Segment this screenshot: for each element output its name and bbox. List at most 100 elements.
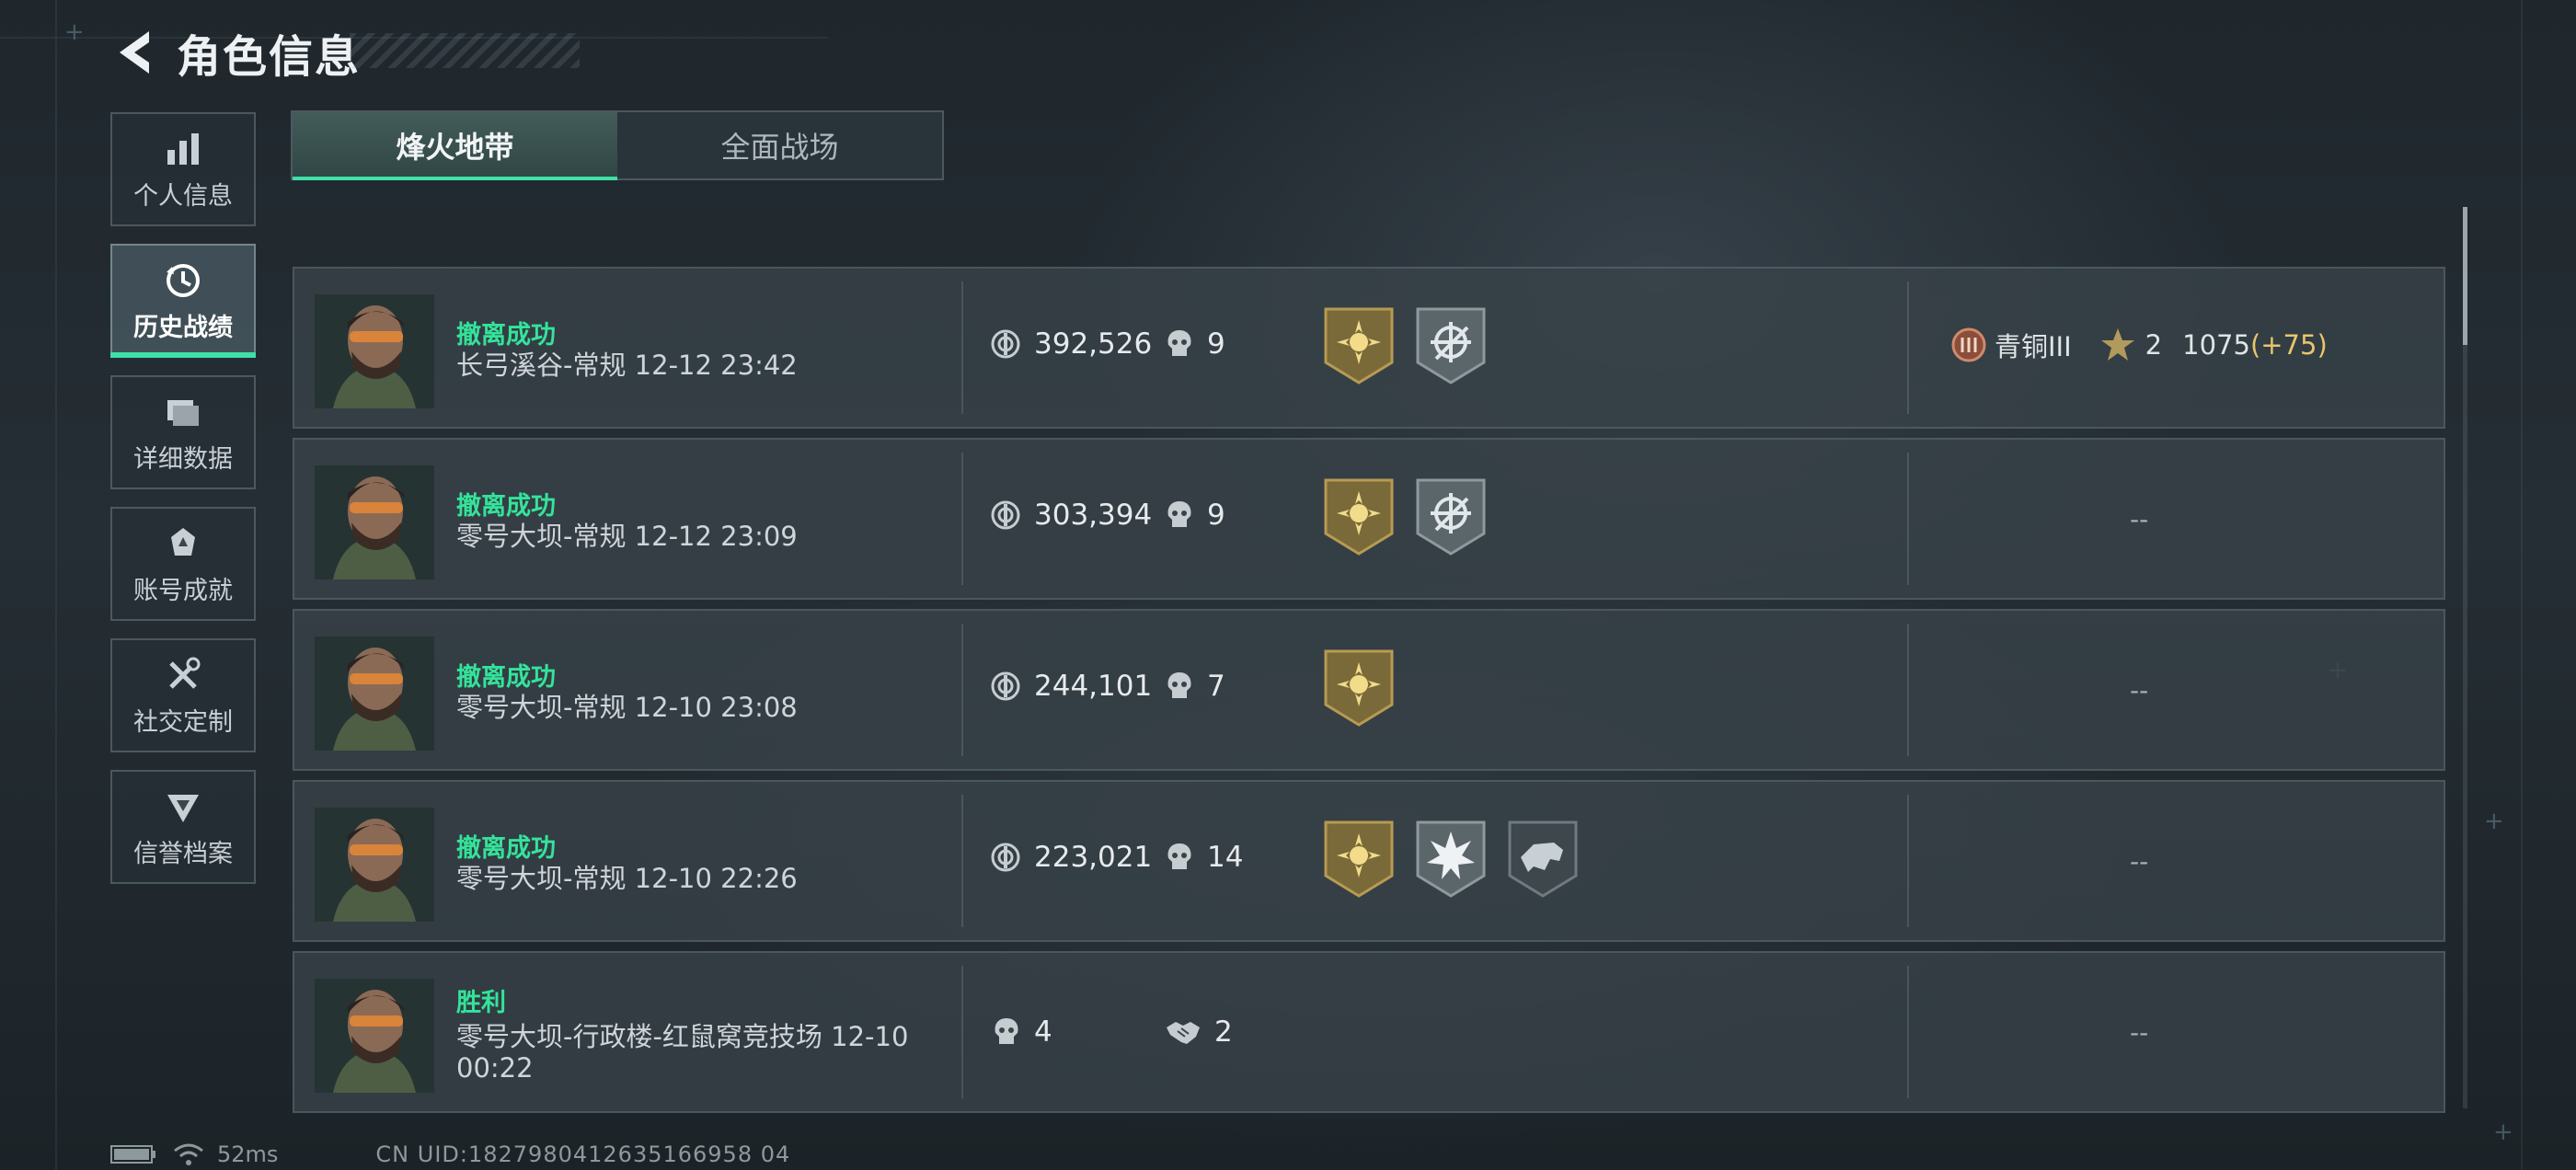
mode-tabs: 烽火地带 全面战场	[291, 110, 944, 180]
nav-item-match-history[interactable]: 历史战绩	[110, 244, 256, 358]
column-divider	[961, 281, 963, 414]
value-stat: 244,101	[990, 670, 1152, 703]
match-row[interactable]: 撤离成功 零号大坝-常规 12-10 23:08 244,101 7 --	[293, 609, 2445, 771]
rank-placeholder: --	[2130, 846, 2149, 877]
rank-score-gain: (+75)	[2249, 329, 2328, 361]
operator-avatar	[315, 465, 434, 579]
operator-avatar	[315, 979, 434, 1093]
rank-info: 青铜III 2 1075 (+75)	[1950, 326, 2328, 364]
kills-stat: 4	[992, 1015, 1052, 1049]
match-row[interactable]: 胜利 零号大坝-行政楼-红鼠窝竞技场 12-10 00:22 4 2 --	[293, 951, 2445, 1113]
silver-crosshair-badge-icon	[1416, 307, 1486, 384]
page-title: 角色信息	[177, 31, 362, 83]
column-divider	[1907, 453, 1909, 585]
kills-count: 9	[1207, 499, 1225, 532]
history-clock-icon	[162, 259, 204, 302]
silver-crosshair-badge-icon	[1416, 478, 1486, 556]
tab-warfare-zone[interactable]: 烽火地带	[293, 112, 617, 180]
tab-full-battlefield[interactable]: 全面战场	[617, 112, 942, 178]
star-icon	[2100, 328, 2134, 361]
operator-avatar	[315, 808, 434, 922]
value-stat: 303,394	[990, 499, 1152, 532]
gold-sun-badge-icon	[1324, 820, 1394, 898]
value-stat: 392,526	[990, 327, 1152, 361]
reputation-shield-icon	[162, 786, 204, 828]
side-navigation: 个人信息 历史战绩 详细数据 账号成就 社交定制 信誉档案	[110, 112, 259, 901]
value-amount: 244,101	[1034, 670, 1153, 703]
rank-name: 青铜III	[1995, 331, 2072, 362]
value-amount: 303,394	[1034, 499, 1153, 532]
column-divider	[1907, 795, 1909, 927]
column-divider	[1907, 624, 1909, 756]
tools-icon	[162, 654, 204, 696]
kills-count: 7	[1207, 670, 1225, 703]
player-uid: CN UID:1827980412635166958 04	[375, 1141, 791, 1167]
match-result: 撤离成功	[456, 834, 556, 863]
nav-item-label: 信誉档案	[133, 839, 233, 868]
gold-sun-badge-icon	[1324, 478, 1394, 556]
kills-stat: 14	[1165, 841, 1243, 874]
title-decoration	[350, 33, 580, 68]
bar-chart-icon	[162, 128, 204, 170]
gold-sun-badge-icon	[1324, 649, 1394, 727]
chevron-left-icon	[120, 31, 149, 74]
coin-icon	[991, 500, 1020, 530]
column-divider	[1907, 966, 1909, 1098]
nav-item-label: 详细数据	[133, 444, 233, 474]
wifi-icon	[174, 1143, 203, 1165]
kills-stat: 7	[1165, 670, 1225, 703]
skull-icon	[995, 1018, 1018, 1044]
nav-item-detailed-data[interactable]: 详细数据	[110, 375, 256, 489]
coin-icon	[991, 671, 1020, 701]
rank-stars: 2	[2145, 329, 2163, 361]
nav-item-label: 个人信息	[133, 181, 233, 211]
operator-avatar	[315, 637, 434, 751]
value-stat: 223,021	[990, 841, 1152, 874]
battery-icon	[110, 1145, 155, 1164]
column-divider	[1907, 281, 1909, 414]
nav-item-label: 社交定制	[133, 707, 233, 737]
kills-stat: 9	[1165, 327, 1225, 361]
nav-item-reputation[interactable]: 信誉档案	[110, 770, 256, 884]
nav-item-achievements[interactable]: 账号成就	[110, 507, 256, 621]
ping-value: 52ms	[217, 1141, 279, 1167]
value-amount: 392,526	[1034, 327, 1153, 361]
match-row[interactable]: 撤离成功 长弓溪谷-常规 12-12 23:42 392,526 9 青铜III…	[293, 267, 2445, 429]
assists-count: 2	[1214, 1015, 1233, 1049]
skull-icon	[1167, 501, 1191, 527]
assists-stat: 2	[1165, 1015, 1233, 1049]
skull-icon	[1167, 330, 1191, 356]
column-divider	[961, 453, 963, 585]
status-footer: 52ms CN UID:1827980412635166958 04	[110, 1141, 790, 1168]
kills-count: 14	[1207, 841, 1244, 874]
match-row[interactable]: 撤离成功 零号大坝-常规 12-12 23:09 303,394 9 --	[293, 438, 2445, 600]
skull-icon	[1167, 672, 1191, 698]
operator-avatar	[315, 294, 434, 408]
match-result: 撤离成功	[456, 492, 556, 521]
nav-item-social-custom[interactable]: 社交定制	[110, 638, 256, 752]
match-row[interactable]: 撤离成功 零号大坝-常规 12-10 22:26 223,021 14 --	[293, 780, 2445, 942]
nav-item-label: 历史战绩	[133, 313, 233, 342]
map-info: 长弓溪谷-常规 12-12 23:42	[456, 350, 798, 381]
rank-score: 1075	[2182, 329, 2250, 361]
back-button[interactable]	[109, 25, 158, 80]
map-info: 零号大坝-行政楼-红鼠窝竞技场 12-10 00:22	[456, 1021, 909, 1084]
match-result: 撤离成功	[456, 663, 556, 692]
rank-placeholder: --	[2130, 675, 2149, 705]
list-scrollbar[interactable]	[2463, 207, 2467, 1108]
match-history-list: 撤离成功 长弓溪谷-常规 12-12 23:42 392,526 9 青铜III…	[293, 267, 2445, 1122]
skull-icon	[1167, 843, 1191, 869]
coin-icon	[991, 843, 1020, 872]
gold-sun-badge-icon	[1324, 307, 1394, 384]
handshake-icon	[1167, 1022, 1200, 1044]
bronze-rank-icon	[1951, 327, 1986, 362]
nav-item-personal-info[interactable]: 个人信息	[110, 112, 256, 226]
column-divider	[961, 966, 963, 1098]
kills-count: 9	[1207, 327, 1225, 361]
kills-count: 4	[1034, 1015, 1052, 1049]
nav-item-label: 账号成就	[133, 576, 233, 605]
page-header: 角色信息	[109, 20, 361, 85]
rank-placeholder: --	[2130, 504, 2149, 534]
scrollbar-thumb[interactable]	[2463, 207, 2467, 345]
achievement-icon	[162, 522, 204, 565]
